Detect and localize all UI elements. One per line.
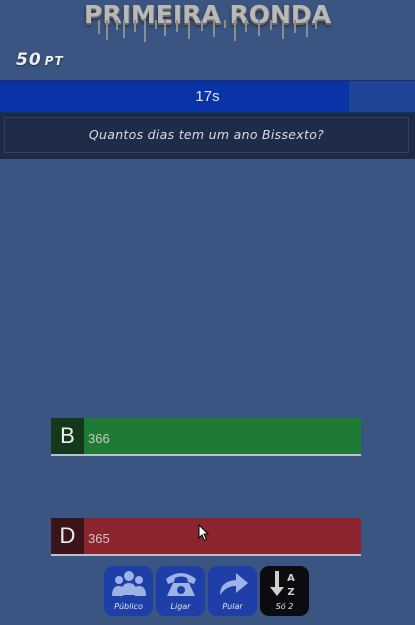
answer-letter-d: D: [51, 518, 84, 554]
lifeline-audience-label: Público: [114, 602, 143, 611]
audience-icon: [112, 571, 146, 596]
skip-arrow-icon: [220, 573, 248, 595]
answer-letter-b: B: [51, 418, 84, 454]
timer-bar: 17s: [0, 80, 415, 113]
phone-icon: [166, 573, 196, 596]
svg-text:A: A: [287, 573, 295, 584]
lifeline-skip-label: Pular: [222, 602, 243, 611]
lifeline-phone-label: Ligar: [170, 602, 191, 611]
lifeline-audience-button[interactable]: Público: [104, 566, 153, 616]
lifeline-phone-button[interactable]: Ligar: [156, 566, 205, 616]
sort-az-icon: A Z: [270, 571, 295, 598]
score-row: 50 PT: [0, 46, 415, 78]
question-box: Quantos dias tem um ano Bissexto?: [4, 117, 409, 153]
svg-text:Z: Z: [287, 587, 294, 598]
mouse-cursor-icon: [198, 524, 210, 542]
timer-label: 17s: [195, 88, 220, 105]
question-text: Quantos dias tem um ano Bissexto?: [88, 127, 325, 142]
answer-text-b: 366: [88, 431, 110, 446]
lifeline-bar: Público Ligar Pular A Z Só 2: [104, 566, 312, 616]
score-unit: PT: [44, 54, 64, 68]
score-value: 50: [16, 50, 42, 70]
answer-option-b[interactable]: B 366: [51, 418, 361, 456]
lifeline-fifty-fifty-button[interactable]: A Z Só 2: [260, 566, 309, 616]
lifeline-fifty-fifty-label: Só 2: [275, 602, 294, 611]
question-bar: Quantos dias tem um ano Bissexto?: [0, 113, 415, 159]
title-bar: PRIMEIRA RONDA: [0, 0, 415, 42]
score-display: 50 PT: [16, 50, 64, 70]
lifeline-skip-button[interactable]: Pular: [208, 566, 257, 616]
answer-text-d: 365: [88, 531, 110, 546]
round-title: PRIMEIRA RONDA: [84, 0, 331, 29]
